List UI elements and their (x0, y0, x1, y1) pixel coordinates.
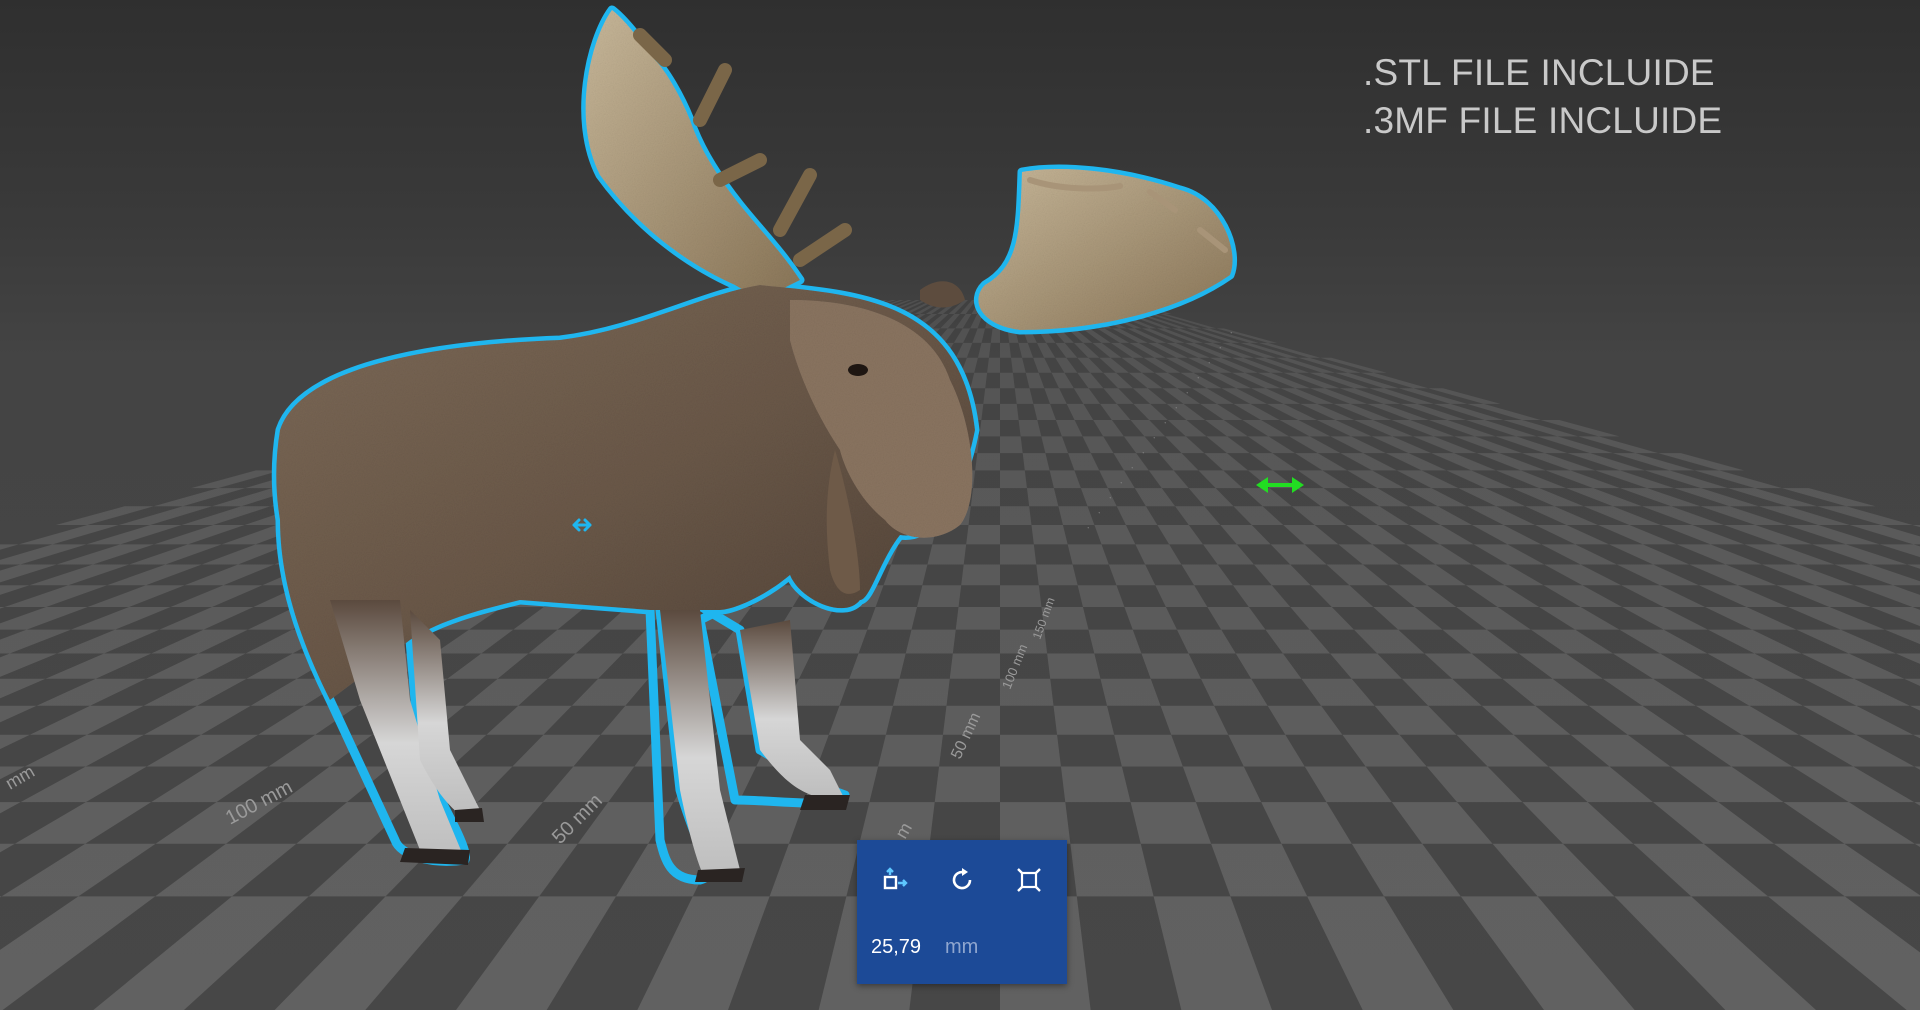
move-x-gizmo-icon[interactable] (1256, 474, 1304, 496)
move-icon (883, 867, 908, 890)
3d-viewport[interactable]: 100 mm 50 mm 50 mm 100 mm 150 mm mm m · · · · · · · · ·… (0, 0, 1920, 1010)
pivot-handle-icon[interactable] (570, 513, 594, 537)
moose-body (276, 10, 1233, 882)
3mf-included-text: .3MF FILE INCLUIDE (1363, 100, 1723, 141)
rotate-button[interactable] (942, 860, 982, 900)
dimension-unit: mm (945, 936, 979, 958)
dimension-value[interactable]: 25,79 (871, 936, 921, 959)
stl-included-text: .STL FILE INCLUIDE (1363, 52, 1715, 93)
transform-toolbar: 25,79 mm (857, 840, 1067, 984)
scale-button[interactable] (1009, 860, 1049, 900)
move-button[interactable] (875, 860, 915, 900)
rotate-icon (952, 868, 972, 890)
fit-scale-icon (1017, 868, 1041, 892)
